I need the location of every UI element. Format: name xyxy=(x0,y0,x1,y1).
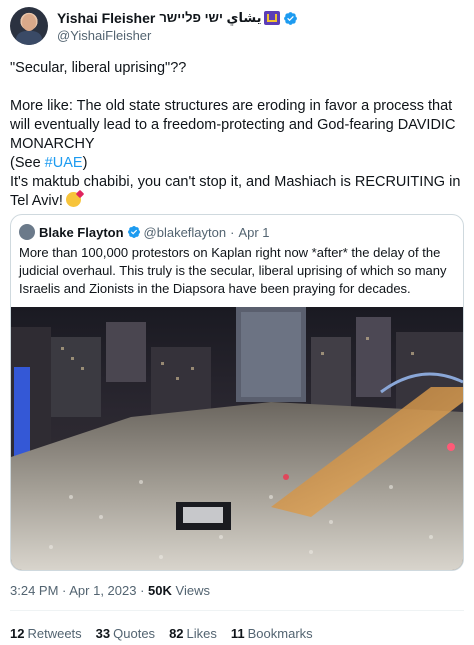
tweet-card: Yishai Fleisher يشاي ישי פליישר @YishaiF… xyxy=(0,0,474,645)
quoted-author-handle: @blakeflayton xyxy=(143,224,227,240)
bookmarks-count: 11 xyxy=(230,626,245,641)
see-open-text: (See xyxy=(10,155,45,171)
tweet-paragraph-1: "Secular, liberal uprising"?? xyxy=(10,60,187,76)
quoted-tweet[interactable]: Blake Flayton @blakeflayton · Apr 1 More… xyxy=(10,214,464,571)
stat-retweets[interactable]: 12 Retweets xyxy=(10,626,82,641)
divider xyxy=(10,610,464,611)
views-label: Views xyxy=(171,583,210,598)
author-rtl-name[interactable]: يشاي ישי פליישר xyxy=(159,10,261,26)
author-handle[interactable]: @YishaiFleisher xyxy=(57,28,151,43)
retweets-count: 12 xyxy=(10,626,25,641)
quoted-author-name: Blake Flayton xyxy=(39,224,124,240)
author-display-name[interactable]: Yishai Fleisher xyxy=(57,10,155,26)
views-count: 50K xyxy=(148,583,172,598)
night-crowd-protest-photo[interactable] xyxy=(11,307,463,570)
quoted-date: Apr 1 xyxy=(238,224,270,240)
face-blowing-kiss-icon xyxy=(65,192,81,207)
meta-separator-2: · xyxy=(136,583,149,598)
likes-label: Likes xyxy=(186,626,217,641)
likes-count: 82 xyxy=(169,626,184,641)
tweet-time[interactable]: 3:24 PM xyxy=(10,583,58,598)
stat-quotes[interactable]: 33 Quotes xyxy=(96,626,155,641)
avatar-shirt xyxy=(16,31,42,45)
quoted-tweet-text: More than 100,000 protestors on Kaplan r… xyxy=(19,245,447,296)
stat-likes[interactable]: 82 Likes xyxy=(169,626,217,641)
verified-badge-icon[interactable] xyxy=(283,11,298,26)
bookmarks-label: Bookmarks xyxy=(247,626,313,641)
retweets-label: Retweets xyxy=(27,626,82,641)
author-avatar[interactable] xyxy=(10,7,48,45)
tweet-date[interactable]: Apr 1, 2023 xyxy=(69,583,136,598)
tweet-paragraph-2: More like: The old state structures are … xyxy=(10,97,462,173)
tweet-paragraph-3: It's maktub chabibi, you can't stop it, … xyxy=(10,173,462,211)
quoted-author-avatar xyxy=(19,224,35,240)
quotes-label: Quotes xyxy=(113,626,156,641)
quotes-count: 33 xyxy=(95,626,111,641)
see-close-text: ) xyxy=(82,155,88,171)
tweet-meta: 3:24 PM · Apr 1, 2023 · 50K Views xyxy=(10,583,210,598)
stat-bookmarks[interactable]: 11 Bookmarks xyxy=(231,626,313,641)
quoted-separator: · xyxy=(230,224,235,240)
avatar-head xyxy=(22,14,36,31)
verified-badge-icon xyxy=(127,226,140,238)
meta-separator-1: · xyxy=(58,583,70,598)
quoted-tweet-header: Blake Flayton @blakeflayton · Apr 1 xyxy=(19,224,270,240)
tweet-paragraph-2-main: More like: The old state structures are … xyxy=(10,98,456,152)
menorah-emoji-icon xyxy=(264,11,281,25)
hashtag-uae-link[interactable]: #UAE xyxy=(45,155,83,171)
author-name-row: Yishai Fleisher يشاي ישי פליישר xyxy=(57,10,298,26)
engagement-stats: 12 Retweets 33 Quotes 82 Likes 11 Bookmarks xyxy=(10,626,313,641)
